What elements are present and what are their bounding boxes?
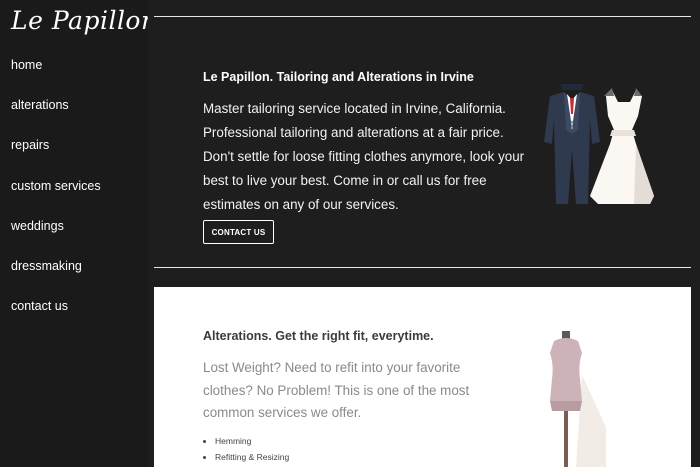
list-item-hemming: Hemming <box>215 435 289 451</box>
hero-text: Master tailoring service located in Irvi… <box>203 101 525 213</box>
nav-item-contact-us[interactable]: contact us <box>11 298 101 338</box>
alterations-section: Alterations. Get the right fit, everytim… <box>154 287 691 467</box>
section-divider <box>154 267 691 268</box>
hero-title: Le Papillon. Tailoring and Alterations i… <box>203 70 474 84</box>
nav-item-custom-services[interactable]: custom services <box>11 178 101 218</box>
nav-item-repairs[interactable]: repairs <box>11 137 101 177</box>
list-item-refitting: Refitting & Resizing <box>215 451 289 467</box>
services-list: Hemming Refitting & Resizing <box>215 435 289 466</box>
suit-and-wedding-dress-icon <box>544 84 654 204</box>
dress-form-mannequin-icon <box>550 331 606 467</box>
top-divider <box>154 16 691 17</box>
site-logo[interactable]: Le Papillon <box>11 6 158 35</box>
main-nav: home alterations repairs custom services… <box>11 57 101 338</box>
nav-item-home[interactable]: home <box>11 57 101 97</box>
sidebar: Le Papillon home alterations repairs cus… <box>0 0 157 467</box>
nav-item-alterations[interactable]: alterations <box>11 97 101 137</box>
nav-item-dressmaking[interactable]: dressmaking <box>11 258 101 298</box>
main-content: Le Papillon. Tailoring and Alterations i… <box>148 0 700 467</box>
alterations-text: Lost Weight? Need to refit into your fav… <box>203 360 470 421</box>
nav-item-weddings[interactable]: weddings <box>11 218 101 258</box>
contact-us-button[interactable]: CONTACT US <box>203 220 274 244</box>
alterations-title: Alterations. Get the right fit, everytim… <box>203 329 434 343</box>
